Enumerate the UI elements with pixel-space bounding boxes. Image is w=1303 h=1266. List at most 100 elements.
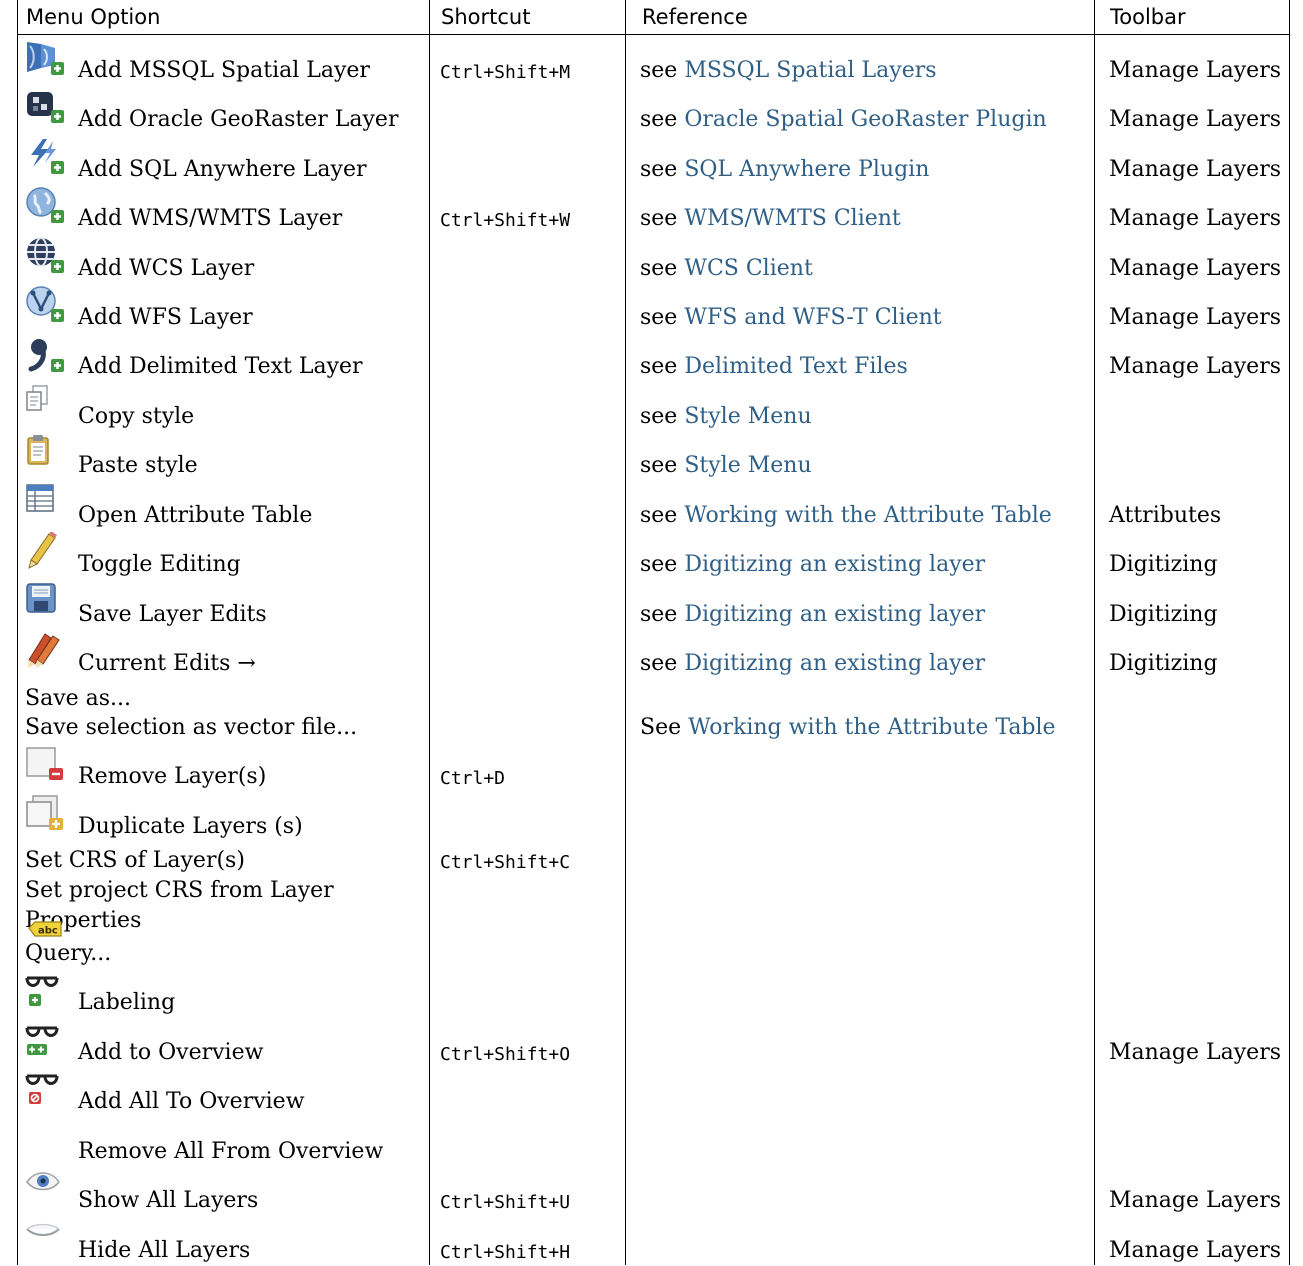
- menu-option-label: Add to Overview: [78, 1040, 264, 1065]
- header-menu-option: Menu Option: [26, 5, 161, 29]
- reference-cell: see Digitizing an existing layer: [640, 552, 985, 578]
- reference-prefix: see: [640, 58, 678, 83]
- menu-option-label: Remove Layer(s): [78, 764, 267, 789]
- menu-option-label: Save Layer Edits: [78, 602, 267, 627]
- reference-prefix: see: [640, 157, 678, 182]
- reference-prefix: see: [640, 206, 678, 231]
- oracle-georaster-icon: [25, 88, 67, 128]
- reference-link[interactable]: Working with the Attribute Table: [684, 503, 1051, 528]
- shortcut-label: Ctrl+Shift+M: [440, 62, 571, 83]
- reference-link[interactable]: Digitizing an existing layer: [684, 651, 985, 676]
- menu-option-label: Add SQL Anywhere Layer: [78, 157, 367, 182]
- reference-link[interactable]: Digitizing an existing layer: [684, 602, 985, 627]
- reference-prefix: see: [640, 354, 678, 379]
- toolbar-label: Digitizing: [1109, 651, 1218, 676]
- column-divider: [429, 0, 430, 1265]
- reference-prefix: see: [640, 552, 678, 577]
- toolbar-label: Manage Layers: [1109, 206, 1282, 231]
- reference-prefix: see: [640, 651, 678, 676]
- menu-option-label: Add WFS Layer: [78, 305, 253, 330]
- reference-cell: see Digitizing an existing layer: [640, 602, 985, 628]
- reference-cell: see SQL Anywhere Plugin: [640, 157, 929, 183]
- toolbar-label: Manage Layers: [1109, 354, 1282, 379]
- reference-cell: see WCS Client: [640, 256, 813, 282]
- reference-link[interactable]: Working with the Attribute Table: [688, 715, 1055, 740]
- remove-layer-icon: [25, 744, 67, 784]
- menu-option-label: Remove All From Overview: [78, 1139, 384, 1164]
- reference-cell: see Style Menu: [640, 404, 812, 430]
- toolbar-label: Attributes: [1109, 503, 1222, 528]
- menu-option-label: Copy style: [78, 404, 195, 429]
- reference-link[interactable]: Style Menu: [684, 453, 811, 478]
- menu-option-label: Add All To Overview: [78, 1089, 305, 1114]
- menu-option-label: Add WCS Layer: [78, 256, 255, 281]
- toolbar-label: Digitizing: [1109, 552, 1218, 577]
- save-edits-icon: [25, 582, 67, 622]
- labeling-abc-icon: abc: [25, 920, 67, 960]
- menu-option-label: Current Edits →: [78, 651, 256, 676]
- reference-prefix: see: [640, 503, 678, 528]
- reference-link[interactable]: Delimited Text Files: [684, 354, 907, 379]
- toolbar-label: Manage Layers: [1109, 107, 1282, 132]
- column-divider: [625, 0, 626, 1265]
- reference-cell: see WMS/WMTS Client: [640, 206, 901, 232]
- menu-option-label: Add MSSQL Spatial Layer: [78, 58, 370, 83]
- wfs-icon: [25, 285, 67, 325]
- reference-prefix: see: [640, 602, 678, 627]
- copy-style-icon: [25, 384, 67, 424]
- reference-prefix: See: [640, 715, 682, 740]
- menu-option-label: Hide All Layers: [78, 1238, 251, 1263]
- add-overview-icon: [25, 972, 67, 1012]
- add-all-overview-icon: [25, 1022, 67, 1062]
- toolbar-label: Digitizing: [1109, 602, 1218, 627]
- reference-cell: see Working with the Attribute Table: [640, 503, 1052, 529]
- reference-link[interactable]: WFS and WFS-T Client: [684, 305, 941, 330]
- header-toolbar: Toolbar: [1110, 5, 1186, 29]
- current-edits-icon: [25, 632, 67, 672]
- menu-option-label: Open Attribute Table: [78, 503, 313, 528]
- menu-option-label: Duplicate Layers (s): [78, 814, 303, 839]
- header-shortcut: Shortcut: [441, 5, 531, 29]
- menu-option-label: Toggle Editing: [78, 552, 241, 577]
- wms-wmts-icon: [25, 186, 67, 226]
- reference-link[interactable]: Oracle Spatial GeoRaster Plugin: [684, 107, 1046, 132]
- shortcut-label: Ctrl+Shift+C: [440, 852, 571, 873]
- reference-link[interactable]: SQL Anywhere Plugin: [684, 157, 929, 182]
- table-left-border: [17, 0, 18, 1265]
- hide-layers-eye-icon: [25, 1217, 67, 1257]
- reference-prefix: see: [640, 404, 678, 429]
- toolbar-label: Manage Layers: [1109, 1040, 1282, 1065]
- wcs-globe-icon: [25, 236, 67, 276]
- reference-cell: see Style Menu: [640, 453, 812, 479]
- reference-link[interactable]: MSSQL Spatial Layers: [684, 58, 936, 83]
- menu-option-label: Paste style: [78, 453, 198, 478]
- toolbar-label: Manage Layers: [1109, 305, 1282, 330]
- delimited-text-icon: [25, 335, 67, 375]
- toolbar-label: Manage Layers: [1109, 1188, 1282, 1213]
- table-right-border: [1289, 0, 1290, 1265]
- svg-text:abc: abc: [38, 926, 58, 937]
- reference-link[interactable]: Style Menu: [684, 404, 811, 429]
- menu-option-label: Save as...: [25, 686, 132, 711]
- reference-link[interactable]: Digitizing an existing layer: [684, 552, 985, 577]
- menu-option-label: Labeling: [78, 990, 176, 1015]
- remove-all-overview-icon: [25, 1070, 67, 1110]
- reference-cell: See Working with the Attribute Table: [640, 715, 1056, 741]
- show-layers-eye-icon: [25, 1168, 67, 1208]
- reference-cell: see Digitizing an existing layer: [640, 651, 985, 677]
- menu-option-label: Add WMS/WMTS Layer: [78, 206, 343, 231]
- toolbar-label: Manage Layers: [1109, 157, 1282, 182]
- menu-option-label: Save selection as vector file...: [25, 715, 358, 740]
- toolbar-label: Manage Layers: [1109, 58, 1282, 83]
- reference-link[interactable]: WMS/WMTS Client: [684, 206, 900, 231]
- duplicate-layer-icon: [25, 794, 67, 834]
- menu-option-label: Show All Layers: [78, 1188, 259, 1213]
- reference-cell: see Delimited Text Files: [640, 354, 908, 380]
- reference-cell: see WFS and WFS-T Client: [640, 305, 942, 331]
- toolbar-label: Manage Layers: [1109, 1238, 1282, 1263]
- attribute-table-icon: [25, 483, 67, 523]
- menu-option-label: Add Delimited Text Layer: [78, 354, 363, 379]
- reference-link[interactable]: WCS Client: [684, 256, 812, 281]
- shortcut-label: Ctrl+Shift+H: [440, 1242, 571, 1263]
- menu-option-label: Add Oracle GeoRaster Layer: [78, 107, 399, 132]
